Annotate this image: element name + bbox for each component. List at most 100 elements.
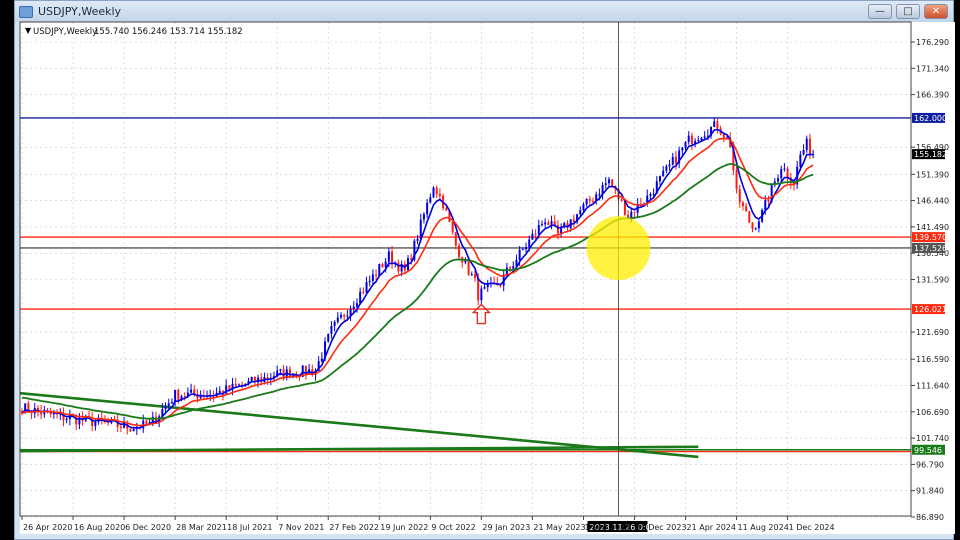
candle-body (620, 199, 623, 201)
candle-body (355, 303, 358, 307)
candle-body (426, 202, 429, 215)
price-chart[interactable]: 2023.11.26 0:00 176.290171.340166.390156… (0, 0, 960, 540)
highlight-circle (586, 216, 651, 281)
candle-body (250, 376, 253, 381)
x-tick-label: 11 Aug 2024 (738, 523, 789, 532)
x-tick-label: 29 Jan 2023 (482, 523, 530, 532)
candle-body (467, 259, 470, 275)
candle-body (330, 325, 333, 334)
candle-body (531, 233, 534, 240)
candle-body (777, 178, 780, 182)
candle-body (674, 156, 677, 164)
candle-body (662, 170, 665, 177)
price-label: 137.526 (914, 244, 947, 253)
x-tick-label: 21 Apr 2024 (687, 523, 736, 532)
candle-body (592, 200, 595, 202)
candle-body (550, 221, 553, 226)
candle-body (218, 390, 221, 393)
candle-body (132, 429, 135, 432)
candle-body (174, 389, 177, 403)
x-tick-label: 1 Sep 2023 (584, 523, 630, 532)
candle-body (279, 369, 282, 371)
x-tick-label: 21 May 2023 (533, 523, 585, 532)
candle (250, 376, 253, 382)
candle-body (764, 200, 767, 210)
price-label: 162.000 (914, 114, 947, 123)
candle-body (659, 176, 661, 182)
candle-body (598, 194, 601, 196)
candle-body (234, 383, 237, 386)
candle-body (716, 121, 719, 129)
candle-body (391, 251, 394, 264)
candle-body (368, 280, 371, 283)
y-tick-label: 121.690 (916, 328, 949, 337)
candle-body (572, 219, 575, 222)
x-tick-label: 9 Oct 2022 (431, 523, 475, 532)
candle-body (225, 385, 228, 395)
candle-body (652, 193, 655, 195)
candle-body (129, 428, 132, 432)
candle-body (336, 317, 339, 322)
candle-body (416, 238, 419, 241)
candle-body (544, 222, 547, 225)
candle-body (320, 358, 323, 362)
y-tick-label: 146.440 (916, 197, 949, 206)
candle-body (745, 206, 748, 212)
candle-body (525, 247, 528, 250)
candle-body (454, 232, 457, 246)
candle-body (735, 170, 738, 190)
candle-body (556, 225, 559, 234)
candle-body (381, 264, 384, 268)
price-label: 99.546 (914, 446, 942, 455)
candle-body (757, 221, 760, 229)
price-label: 126.021 (914, 305, 947, 314)
candle-body (630, 211, 633, 218)
x-tick-label: 6 Dec 2020 (125, 523, 171, 532)
candle-body (477, 278, 480, 301)
candle-body (333, 321, 336, 326)
x-tick-label: 26 Apr 2020 (23, 523, 72, 532)
candle-body (741, 202, 744, 207)
candle-body (518, 249, 521, 260)
candle-body (346, 315, 349, 317)
x-tick-label: 31 Dec 2023 (635, 523, 686, 532)
y-tick-label: 101.740 (916, 434, 949, 443)
y-tick-label: 176.290 (916, 38, 949, 47)
candle-body (512, 266, 515, 269)
y-tick-label: 166.390 (916, 91, 949, 100)
candle-body (611, 179, 614, 186)
candle-body (359, 291, 362, 304)
candle-body (668, 164, 671, 167)
candle-body (537, 225, 540, 235)
candle-body (687, 135, 690, 143)
candle-body (167, 403, 170, 406)
candle-body (375, 274, 378, 276)
x-tick-label: 18 Jul 2021 (227, 523, 272, 532)
candle-body (783, 168, 786, 170)
candle-body (665, 166, 668, 171)
candle-body (754, 228, 757, 230)
x-tick-label: 7 Nov 2021 (278, 523, 324, 532)
candle-body (697, 140, 700, 142)
candle-body (190, 389, 193, 393)
price-label: 139.570 (914, 233, 947, 242)
candle-body (808, 138, 811, 155)
candle-body (445, 208, 448, 211)
candle-body (799, 154, 802, 167)
candle-body (579, 210, 582, 215)
candle-body (607, 179, 610, 184)
y-tick-label: 171.340 (916, 64, 949, 73)
candle-body (94, 421, 97, 427)
candle-body (480, 288, 483, 301)
candle-body (786, 168, 789, 178)
candle-body (509, 267, 512, 269)
y-tick-label: 131.590 (916, 276, 949, 285)
y-tick-label: 111.640 (916, 381, 949, 390)
candle-body (751, 222, 754, 229)
candle-body (365, 282, 368, 293)
candle-body (435, 187, 438, 194)
dropdown-triangle-icon[interactable]: ▼ (25, 26, 32, 35)
candle-body (585, 198, 588, 205)
candle-body (343, 315, 346, 317)
candle-body (237, 384, 240, 386)
